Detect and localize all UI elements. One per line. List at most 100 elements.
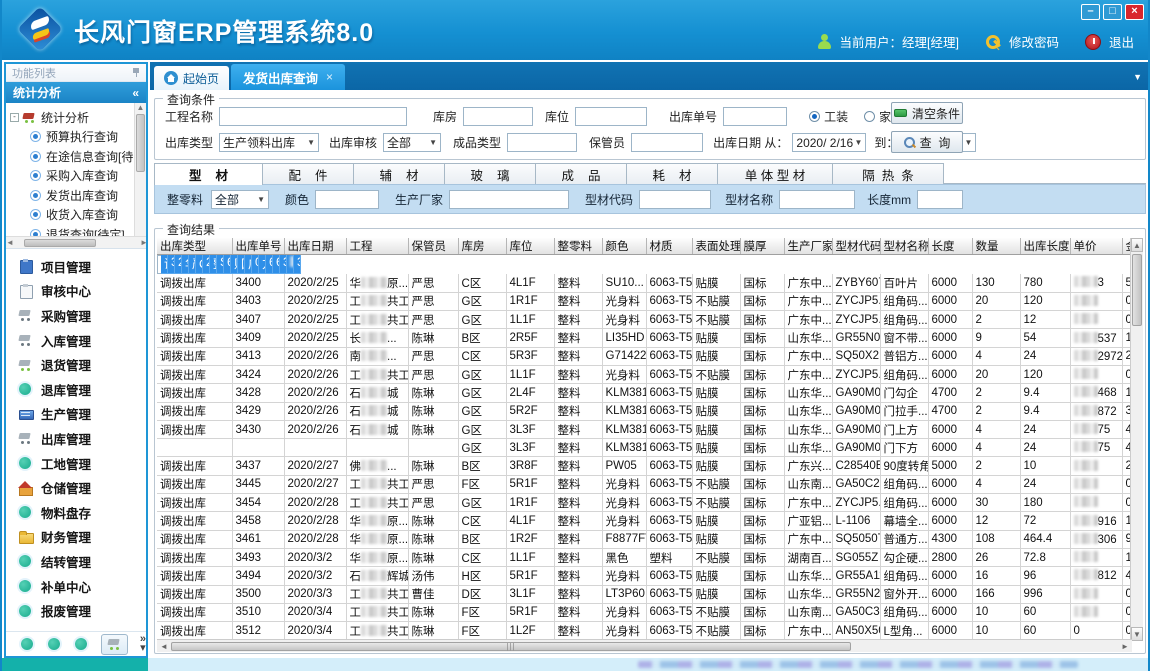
cell-color[interactable]: LI35HD (602, 329, 646, 347)
cell-name[interactable]: 幕墙全... (880, 512, 928, 530)
cell-date[interactable] (284, 439, 346, 457)
cell-mat[interactable]: 6063-T5 (646, 567, 692, 585)
material-tab[interactable]: 隔 热 条 (832, 163, 944, 184)
cell-len[interactable]: 6000 (266, 255, 273, 273)
cell-date[interactable]: 2020/2/28 (284, 530, 346, 548)
cart-module-button[interactable] (101, 634, 128, 655)
close-button[interactable]: × (1125, 4, 1144, 20)
cell-date[interactable]: 2020/3/4 (284, 603, 346, 621)
cell-code[interactable]: GA50C27 (832, 475, 880, 493)
cell-film[interactable]: 国标 (740, 603, 784, 621)
column-header[interactable]: 出库类型 (157, 238, 232, 255)
cell-date[interactable]: 2020/3/2 (284, 548, 346, 566)
cell-maker[interactable]: 山东华... (784, 329, 832, 347)
sidebar-menu-item[interactable]: 生产管理 (6, 402, 146, 427)
profile-code-input[interactable] (639, 190, 711, 209)
table-row[interactable]: 调拨出库34092020/2/25长...陈琳B区2R5F整料LI35HD606… (157, 329, 1132, 347)
cell-wp[interactable]: 整料 (554, 365, 602, 383)
cell-project[interactable]: 华原... (346, 274, 408, 292)
cell-len[interactable]: 6000 (928, 274, 972, 292)
cell-code[interactable]: GA90M08. (832, 420, 880, 438)
cell-len[interactable]: 6000 (928, 512, 972, 530)
cell-film[interactable]: 国标 (238, 255, 245, 273)
cell-code[interactable]: GR55A11 (832, 567, 880, 585)
cell-keeper[interactable] (408, 439, 458, 457)
cell-outlen[interactable]: 72.8 (1020, 548, 1070, 566)
cell-surf[interactable]: 贴膜 (692, 512, 740, 530)
cell-mat[interactable]: 6063-T5 (646, 329, 692, 347)
cell-price[interactable] (1070, 292, 1122, 310)
cell-type[interactable]: 调拨出库 (157, 274, 232, 292)
cell-qty[interactable]: 2 (972, 402, 1020, 420)
cell-keeper[interactable]: 严思 (408, 311, 458, 329)
scroll-left-icon[interactable]: ◄ (157, 640, 171, 653)
cell-wh[interactable]: G区 (458, 292, 506, 310)
cell-date[interactable]: 2020/2/25 (284, 292, 346, 310)
cell-qty[interactable]: 20 (972, 292, 1020, 310)
cell-film[interactable]: 国标 (740, 274, 784, 292)
sidebar-menu-item[interactable]: 工地管理 (6, 451, 146, 476)
cell-date[interactable]: 2020/2/26 (284, 384, 346, 402)
scroll-up-icon[interactable]: ▲ (1131, 238, 1143, 252)
sidebar-menu-item[interactable]: 退库管理 (6, 377, 146, 402)
cell-maker[interactable]: 山东南... (784, 603, 832, 621)
table-row[interactable]: 调拨出库34612020/2/28华原...陈琳B区1R2F整料F8877FT6… (157, 530, 1132, 548)
column-header[interactable]: 型材名称 (880, 238, 928, 255)
cell-loc[interactable]: 4L1F (506, 274, 554, 292)
cell-no[interactable]: 3494 (232, 567, 284, 585)
cell-wp[interactable]: 整料 (554, 420, 602, 438)
cell-wp[interactable]: 整料 (554, 384, 602, 402)
cell-name[interactable]: 勾企硬... (880, 548, 928, 566)
cell-outlen[interactable]: 10 (1020, 457, 1070, 475)
table-row[interactable]: 调拨出库34132020/2/26南...严思C区5R3F整料G71422606… (157, 347, 1132, 365)
cell-len[interactable]: 6000 (928, 475, 972, 493)
column-header[interactable]: 型材代码 (832, 238, 880, 255)
cell-date[interactable]: 2020/2/26 (284, 402, 346, 420)
cell-wp[interactable]: 整料 (554, 292, 602, 310)
cell-name[interactable]: 窗不带... (880, 329, 928, 347)
sidebar-menu-item[interactable]: 仓储管理 (6, 475, 146, 500)
cell-loc[interactable]: 3L1F (506, 585, 554, 603)
cell-wp[interactable]: 整料 (554, 548, 602, 566)
cell-keeper[interactable]: 曹佳 (408, 585, 458, 603)
cell-maker[interactable]: 山东华... (784, 402, 832, 420)
cell-date[interactable]: 2020/2/27 (284, 457, 346, 475)
cell-loc[interactable]: 5R1F (506, 603, 554, 621)
cell-code[interactable]: GA90M06. (832, 384, 880, 402)
cell-code[interactable]: C28540B (832, 457, 880, 475)
cell-no[interactable]: 3403 (232, 292, 284, 310)
cell-code[interactable]: ZYBY607 (832, 274, 880, 292)
cell-price[interactable]: 2972 (1070, 347, 1122, 365)
cell-wh[interactable]: C区 (458, 347, 506, 365)
cell-name[interactable]: 组角码... (880, 567, 928, 585)
tree-root-statistics[interactable]: - 统计分析 (10, 107, 146, 127)
cell-no[interactable]: 3437 (232, 457, 284, 475)
cell-loc[interactable]: 3L3F (506, 439, 554, 457)
cell-surf[interactable]: 贴膜 (231, 255, 238, 273)
table-row[interactable]: 调拨出库34032020/2/25工共工程严思G区1R1F整料光身料6063-T… (157, 292, 1132, 310)
tree-expander-icon[interactable]: - (10, 113, 19, 122)
cell-no[interactable]: 3429 (232, 402, 284, 420)
cell-no[interactable]: 3400 (232, 274, 284, 292)
cell-color[interactable]: SU10... (602, 274, 646, 292)
profile-name-input[interactable] (779, 190, 855, 209)
cell-wh[interactable]: F区 (458, 475, 506, 493)
cell-keeper[interactable]: 陈琳 (408, 512, 458, 530)
cell-outlen[interactable]: 24 (1020, 475, 1070, 493)
cell-date[interactable]: 2020/3/2 (284, 567, 346, 585)
cell-type[interactable] (157, 439, 232, 457)
cell-code[interactable]: GR55N26 (832, 585, 880, 603)
cell-outlen[interactable]: 120 (1020, 292, 1070, 310)
cell-loc[interactable]: 2L1F (203, 255, 210, 273)
cell-len[interactable]: 6000 (928, 622, 972, 640)
column-header[interactable]: 表面处理 (692, 238, 740, 255)
cell-wh[interactable]: C区 (458, 548, 506, 566)
cell-maker[interactable]: 广东中... (784, 292, 832, 310)
cell-price[interactable]: 0 (1070, 622, 1122, 640)
sidebar-menu-item[interactable]: 采购管理 (6, 303, 146, 328)
material-tab[interactable]: 玻 璃 (444, 163, 536, 184)
cell-type[interactable]: 调拨出库 (157, 384, 232, 402)
cell-name[interactable]: 组角码... (880, 292, 928, 310)
cell-outlen[interactable]: 24 (1020, 420, 1070, 438)
cell-date[interactable]: 2020/2/25 (175, 255, 182, 273)
